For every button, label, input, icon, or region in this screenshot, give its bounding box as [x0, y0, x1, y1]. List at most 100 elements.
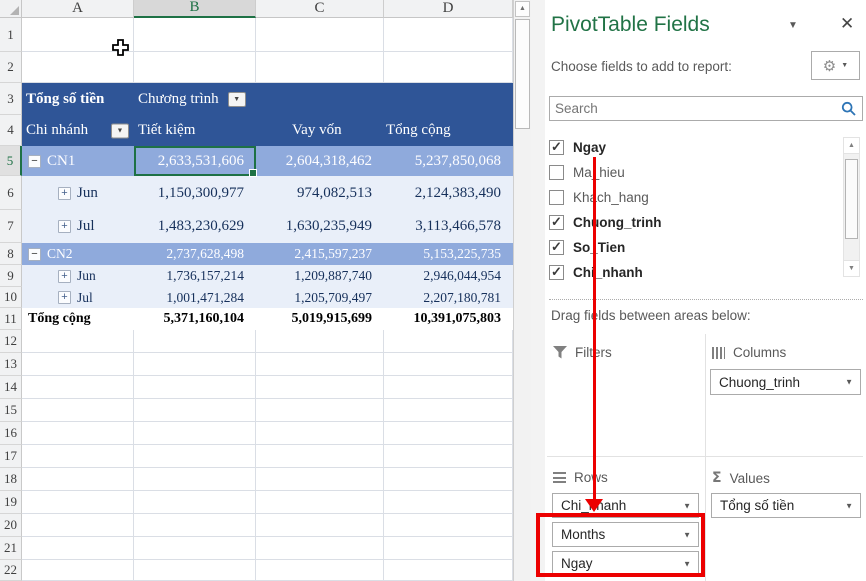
grid-cell[interactable]	[256, 52, 384, 83]
pivot-value-cell[interactable]: 974,082,513	[256, 176, 384, 210]
search-icon[interactable]	[841, 101, 857, 117]
row-header-10[interactable]: 10	[0, 287, 22, 308]
select-all-corner[interactable]	[0, 0, 22, 18]
row-header-18[interactable]: 18	[0, 468, 22, 491]
grid-cell[interactable]	[384, 330, 513, 353]
grid-cell[interactable]	[22, 514, 134, 537]
grid-cell[interactable]	[22, 422, 134, 445]
pivot-value-cell[interactable]: 10,391,075,803	[384, 308, 513, 330]
column-header-c[interactable]: C	[256, 0, 384, 18]
row-header-14[interactable]: 14	[0, 376, 22, 399]
row-header-7[interactable]: 7	[0, 210, 22, 243]
row-header-3[interactable]: 3	[0, 83, 22, 115]
grid-cell[interactable]	[384, 422, 513, 445]
pivot-value-cell[interactable]: 1,736,157,214	[134, 265, 256, 287]
tools-button[interactable]: ⚙ ▼	[811, 51, 860, 80]
grid-cell[interactable]	[22, 376, 134, 399]
grid-cell[interactable]	[384, 491, 513, 514]
grid-cell[interactable]	[384, 445, 513, 468]
pivot-value-cell[interactable]: 5,371,160,104	[134, 308, 256, 330]
grid-cell[interactable]	[134, 353, 256, 376]
chevron-down-icon[interactable]: ▼	[683, 501, 691, 510]
checkbox-checked-icon[interactable]	[549, 140, 564, 155]
expand-icon[interactable]	[58, 270, 71, 283]
pivot-value-cell[interactable]: 5,237,850,068	[384, 146, 513, 176]
grid-cell[interactable]	[134, 560, 256, 581]
grand-total-label[interactable]: Tổng cộng	[22, 308, 134, 330]
row-header-15[interactable]: 15	[0, 399, 22, 422]
grid-cell[interactable]	[134, 491, 256, 514]
row-header-8[interactable]: 8	[0, 243, 22, 265]
pivot-value-cell[interactable]: 5,153,225,735	[384, 243, 513, 265]
column-header-b[interactable]: B	[134, 0, 256, 18]
grid-cell[interactable]	[384, 52, 513, 83]
checkbox-checked-icon[interactable]	[549, 215, 564, 230]
pivot-value-cell[interactable]: 1,150,300,977	[134, 176, 256, 210]
pivot-colhead-tong-cong[interactable]: Tổng cộng	[384, 115, 513, 146]
scroll-up-icon[interactable]: ▲	[844, 138, 859, 154]
grid-cell[interactable]	[22, 399, 134, 422]
pivot-value-cell[interactable]: 3,113,466,578	[384, 210, 513, 243]
grid-cell[interactable]	[134, 399, 256, 422]
pivot-subgroup-jul[interactable]: Jul	[22, 287, 134, 308]
pivot-subgroup-jun[interactable]: Jun	[22, 265, 134, 287]
grid-cell[interactable]	[256, 468, 384, 491]
grid-cell[interactable]	[22, 330, 134, 353]
pivot-row-field-cell[interactable]: Chi nhánh	[22, 115, 134, 146]
grid-cell[interactable]	[22, 468, 134, 491]
grid-cell[interactable]	[134, 330, 256, 353]
checkbox-unchecked-icon[interactable]	[549, 165, 564, 180]
pane-options-caret-icon[interactable]: ▼	[788, 20, 798, 31]
row-header-21[interactable]: 21	[0, 537, 22, 560]
pivot-group-cn2[interactable]: CN2	[22, 243, 134, 265]
pivot-subgroup-jul[interactable]: Jul	[22, 210, 134, 243]
grid-cell[interactable]	[384, 468, 513, 491]
grid-cell[interactable]	[256, 491, 384, 514]
expand-icon[interactable]	[58, 291, 71, 304]
chevron-down-icon[interactable]: ▼	[845, 378, 853, 387]
expand-icon[interactable]	[58, 187, 71, 200]
grid-cell[interactable]	[384, 560, 513, 581]
row-header-13[interactable]: 13	[0, 353, 22, 376]
expand-icon[interactable]	[58, 220, 71, 233]
search-input[interactable]	[550, 97, 862, 120]
grid-cell[interactable]	[384, 537, 513, 560]
row-header-22[interactable]: 22	[0, 560, 22, 581]
row-header-19[interactable]: 19	[0, 491, 22, 514]
pivot-value-cell[interactable]: 5,019,915,699	[256, 308, 384, 330]
checkbox-checked-icon[interactable]	[549, 265, 564, 280]
column-header-a[interactable]: A	[22, 0, 134, 18]
grid-cell[interactable]	[134, 468, 256, 491]
grid-cell[interactable]	[256, 560, 384, 581]
row-header-2[interactable]: 2	[0, 52, 22, 83]
close-icon[interactable]: ✕	[840, 14, 854, 34]
grid-cell[interactable]	[256, 353, 384, 376]
pivot-value-cell[interactable]: 2,737,628,498	[134, 243, 256, 265]
row-header-20[interactable]: 20	[0, 514, 22, 537]
row-header-9[interactable]: 9	[0, 265, 22, 287]
scroll-down-icon[interactable]: ▼	[844, 260, 859, 276]
pivot-value-cell[interactable]: 1,209,887,740	[256, 265, 384, 287]
pivot-colhead-tiet-kiem[interactable]: Tiết kiệm	[134, 115, 256, 146]
pivot-value-label-cell[interactable]: Tổng số tiền	[22, 83, 134, 115]
collapse-icon[interactable]	[28, 155, 41, 168]
pivot-subgroup-jun[interactable]: Jun	[22, 176, 134, 210]
grid-cell[interactable]	[256, 399, 384, 422]
pivot-value-cell[interactable]: 2,124,383,490	[384, 176, 513, 210]
grid-cell[interactable]	[22, 560, 134, 581]
grid-cell[interactable]	[22, 491, 134, 514]
collapse-icon[interactable]	[28, 248, 41, 261]
pivot-column-field-cell[interactable]: Chương trình	[134, 83, 256, 115]
grid-cell[interactable]	[256, 330, 384, 353]
pivot-header-empty-cell[interactable]	[256, 83, 384, 115]
grid-cell[interactable]	[256, 376, 384, 399]
pivot-value-cell[interactable]: 2,604,318,462	[256, 146, 384, 176]
pivot-value-cell[interactable]: 2,207,180,781	[384, 287, 513, 308]
row-header-12[interactable]: 12	[0, 330, 22, 353]
pivot-colhead-vay-von[interactable]: Vay vốn	[256, 115, 384, 146]
row-header-4[interactable]: 4	[0, 115, 22, 146]
grid-cell[interactable]	[134, 376, 256, 399]
grid-cell[interactable]	[256, 422, 384, 445]
pivot-value-cell[interactable]: 1,630,235,949	[256, 210, 384, 243]
row-header-17[interactable]: 17	[0, 445, 22, 468]
